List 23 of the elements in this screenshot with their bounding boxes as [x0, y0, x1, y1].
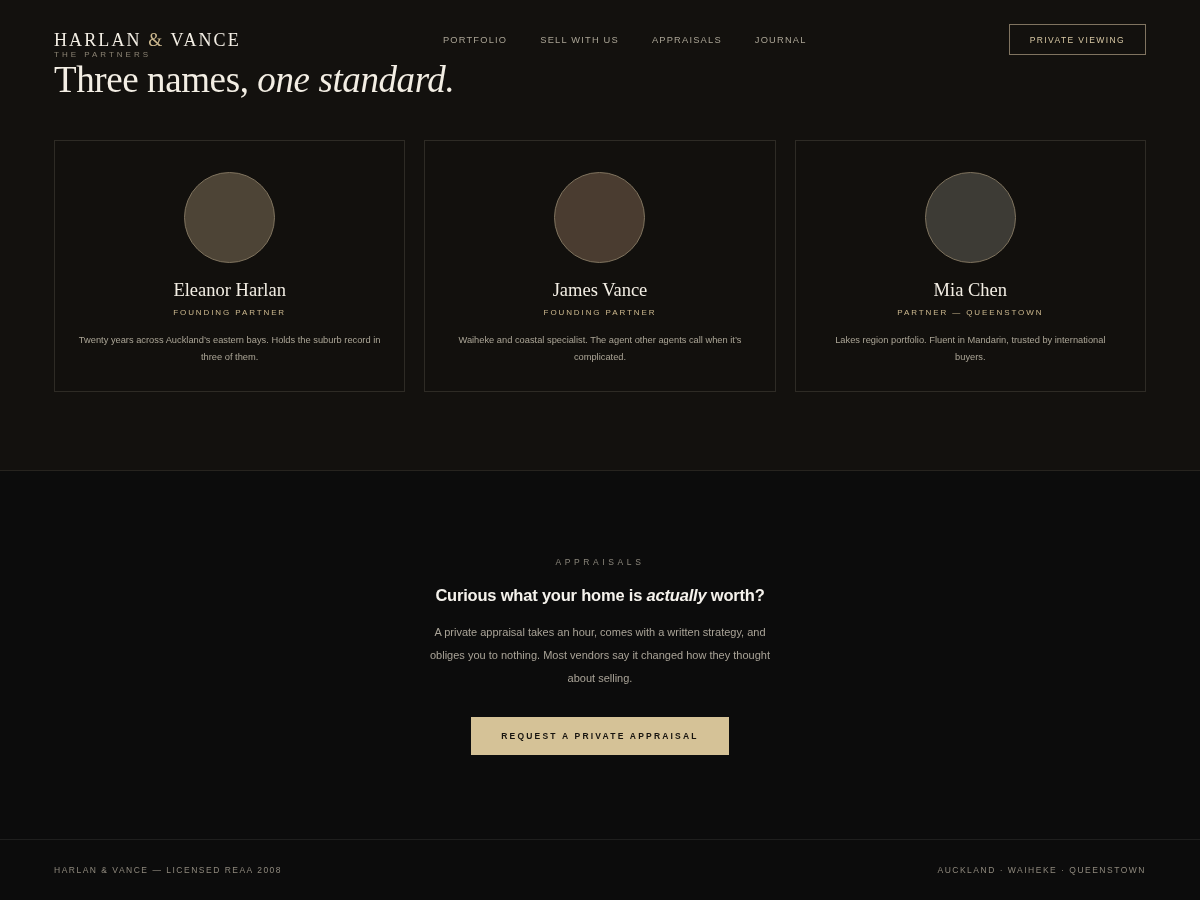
nav-link[interactable]: JOURNAL — [754, 32, 807, 47]
section-eyebrow: THE PARTNERS — [54, 50, 152, 59]
partner-bio: Waiheke and coastal specialist. The agent other agents call when it’s complicated. — [457, 334, 743, 364]
nav-link[interactable]: PORTFOLIO — [442, 32, 508, 47]
footer-license: HARLAN & VANCE — LICENSED REAA 2008 — [54, 864, 283, 876]
partner-name: Eleanor Harlan — [173, 279, 286, 301]
private-viewing-button[interactable]: PRIVATE VIEWING — [1008, 24, 1146, 55]
partner-name: James Vance — [552, 279, 648, 301]
partner-role: FOUNDING PARTNER — [173, 307, 287, 319]
footer-locations: AUCKLAND · WAIHEKE · QUEENSTOWN — [937, 864, 1146, 876]
appraisal-heading: Curious what your home is actually worth? — [435, 585, 765, 606]
partner-name: Mia Chen — [933, 279, 1008, 301]
nav-link[interactable]: APPRAISALS — [651, 32, 722, 47]
partner-role: FOUNDING PARTNER — [543, 307, 657, 319]
request-appraisal-button[interactable]: REQUEST A PRIVATE APPRAISAL — [471, 717, 729, 755]
section-heading: Three names, one standard. — [54, 59, 455, 101]
nav-link[interactable]: SELL WITH US — [540, 32, 619, 47]
section-eyebrow: APPRAISALS — [555, 556, 645, 568]
appraisal-text: A private appraisal takes an hour, comes with a written strategy, and obliges you to nothing. Most vendors say it changed how they thought about selling. — [429, 625, 771, 686]
logo[interactable]: HARLAN & VANCE — [54, 29, 241, 50]
partner-bio: Twenty years across Auckland’s eastern bays. Holds the suburb record in three of them. — [78, 334, 381, 364]
partner-role: PARTNER — QUEENSTOWN — [897, 307, 1044, 319]
partner-bio: Lakes region portfolio. Fluent in Mandarin, trusted by international buyers. — [834, 334, 1107, 364]
